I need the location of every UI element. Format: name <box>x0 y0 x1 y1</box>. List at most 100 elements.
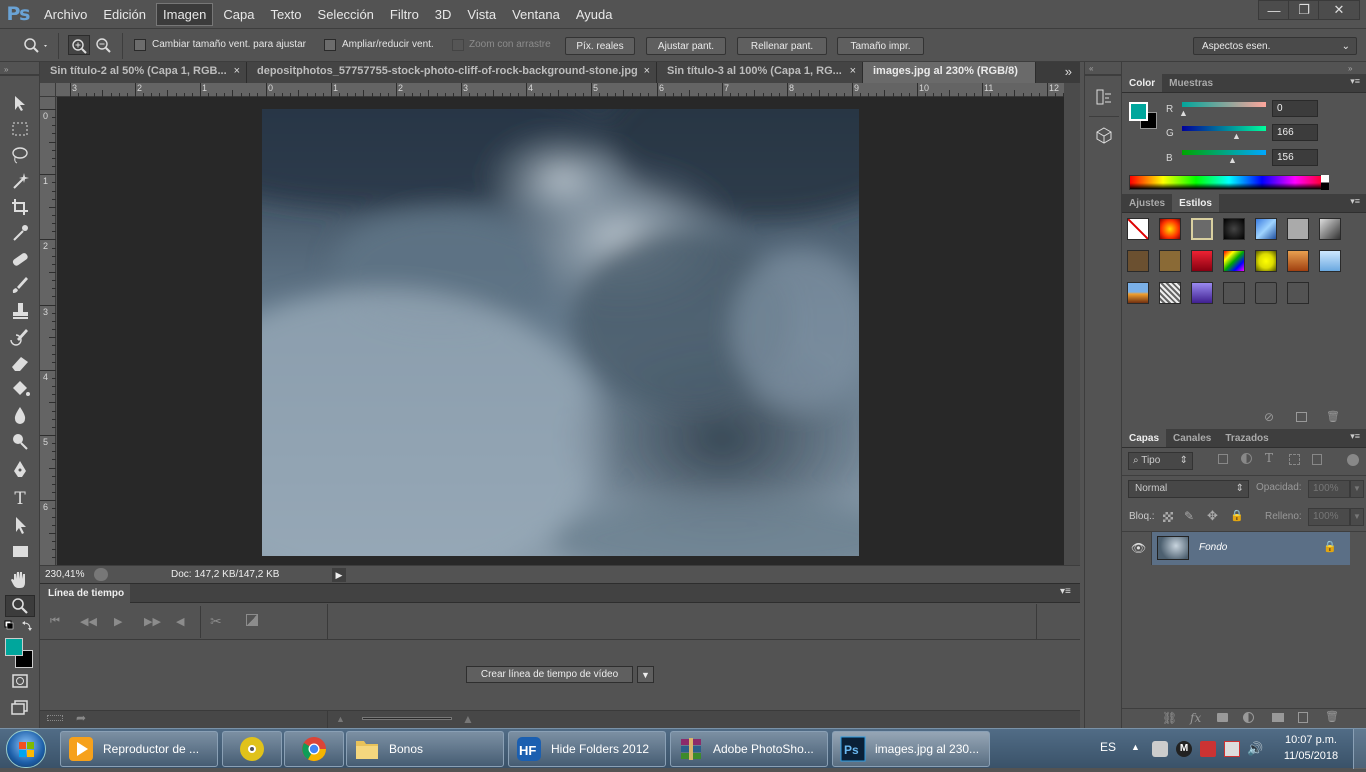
filter-pixel-icon[interactable] <box>1218 454 1228 464</box>
show-hidden-icons-icon[interactable]: ▲ <box>1131 742 1140 752</box>
tab-close-icon[interactable]: × <box>644 65 650 77</box>
scissors-icon[interactable]: ✂ <box>210 613 222 630</box>
taskbar-media-player[interactable]: Reproductor de ... <box>60 731 218 767</box>
panel-menu-icon[interactable]: ▾≡ <box>1350 431 1360 442</box>
tab-depositphotos[interactable]: depositphotos_57757755-stock-photo-cliff… <box>247 62 657 83</box>
tab-close-icon[interactable]: × <box>234 65 240 77</box>
new-style-icon[interactable] <box>1296 412 1307 422</box>
eyedropper-tool-icon[interactable] <box>6 222 34 244</box>
delete-style-icon[interactable]: 🗑 <box>1326 410 1340 423</box>
zoom-out-icon[interactable] <box>93 35 115 55</box>
history-panel-icon[interactable] <box>1095 88 1113 106</box>
zoom-tool-icon[interactable] <box>6 595 34 617</box>
tab-styles[interactable]: Estilos <box>1172 194 1219 212</box>
style-purple[interactable] <box>1191 282 1213 304</box>
tab-channels[interactable]: Canales <box>1166 429 1218 447</box>
workspace-select[interactable]: Aspectos esen. ⌄ <box>1193 37 1357 55</box>
vertical-scrollbar[interactable] <box>1064 83 1080 565</box>
tab-paths[interactable]: Trazados <box>1218 429 1275 447</box>
restore-button[interactable]: ❐ <box>1288 0 1320 20</box>
link-layers-icon[interactable]: ⛓ <box>1162 711 1177 725</box>
menu-edicion[interactable]: Edición <box>97 4 152 25</box>
b-slider-thumb-icon[interactable]: ▲ <box>1228 155 1237 165</box>
style-blue-glass[interactable] <box>1255 218 1277 240</box>
tab-swatches[interactable]: Muestras <box>1162 74 1220 92</box>
show-desktop-button[interactable] <box>1353 729 1366 769</box>
style-gray[interactable] <box>1287 218 1309 240</box>
style-light-blue[interactable] <box>1319 250 1341 272</box>
filter-adjustment-icon[interactable] <box>1241 453 1252 464</box>
collapse-icon[interactable]: » <box>4 65 8 74</box>
default-colors-icon[interactable] <box>4 620 36 634</box>
opacity-dropdown-icon[interactable]: ▼ <box>1350 480 1364 498</box>
menu-ayuda[interactable]: Ayuda <box>570 4 619 25</box>
foreground-color-swatch[interactable] <box>5 638 23 656</box>
pen-tool-icon[interactable] <box>6 458 34 480</box>
eraser-tool-icon[interactable] <box>6 352 34 374</box>
r-slider[interactable] <box>1182 102 1266 107</box>
dodge-tool-icon[interactable] <box>6 430 34 452</box>
zoom-in-mountain-icon[interactable]: ▲ <box>462 712 474 726</box>
style-sunset[interactable] <box>1127 282 1149 304</box>
tray-camera-icon[interactable] <box>1152 741 1168 757</box>
fill-screen-button[interactable]: Rellenar pant. <box>737 37 827 55</box>
blend-mode-select[interactable]: Normal ⇕ <box>1128 480 1249 498</box>
style-metal[interactable] <box>1319 218 1341 240</box>
add-mask-icon[interactable] <box>1217 713 1228 722</box>
magic-wand-tool-icon[interactable] <box>6 170 34 192</box>
r-value-input[interactable]: 0 <box>1272 100 1318 117</box>
style-none[interactable] <box>1127 218 1149 240</box>
scrubby-zoom-checkbox[interactable] <box>452 39 464 51</box>
3d-panel-icon[interactable] <box>1095 126 1113 144</box>
style-orange[interactable] <box>1287 250 1309 272</box>
close-button[interactable]: ✕ <box>1318 0 1360 20</box>
filter-shape-icon[interactable] <box>1289 454 1300 465</box>
blur-tool-icon[interactable] <box>6 404 34 426</box>
delete-layer-icon[interactable]: 🗑 <box>1325 710 1339 723</box>
tray-network-icon[interactable] <box>1200 741 1216 757</box>
clone-stamp-tool-icon[interactable] <box>6 300 34 322</box>
marquee-tool-icon[interactable] <box>6 118 34 140</box>
layer-name[interactable]: Fondo <box>1199 542 1227 553</box>
audio-icon[interactable]: ◀ <box>176 615 184 628</box>
healing-brush-tool-icon[interactable] <box>6 248 34 270</box>
lock-all-icon[interactable]: 🔒 <box>1230 509 1244 522</box>
eye-icon[interactable]: 👁 <box>1131 541 1146 555</box>
style-red[interactable] <box>1191 250 1213 272</box>
timeline-zoom-slider[interactable] <box>362 717 452 720</box>
panel-menu-icon[interactable]: ▾≡ <box>1350 196 1360 207</box>
expand-dock-icon[interactable]: « <box>1089 64 1093 73</box>
create-video-timeline-button[interactable]: Crear línea de tiempo de vídeo <box>466 666 633 683</box>
menu-ventana[interactable]: Ventana <box>506 4 566 25</box>
language-indicator[interactable]: ES <box>1100 740 1116 754</box>
tabs-overflow-icon[interactable]: » <box>1065 64 1072 79</box>
tray-flag-icon[interactable] <box>1224 741 1240 757</box>
style-wood[interactable] <box>1127 250 1149 272</box>
lock-position-icon[interactable]: ✥ <box>1207 508 1218 524</box>
filter-toggle-icon[interactable] <box>1347 454 1359 466</box>
menu-texto[interactable]: Texto <box>264 4 307 25</box>
menu-archivo[interactable]: Archivo <box>38 4 93 25</box>
filter-smart-object-icon[interactable] <box>1312 454 1322 465</box>
zoom-level[interactable]: 230,41% <box>45 569 84 580</box>
style-pattern[interactable] <box>1159 282 1181 304</box>
menu-imagen[interactable]: Imagen <box>156 2 214 26</box>
color-panel-foreground-swatch[interactable] <box>1129 102 1148 121</box>
print-size-button[interactable]: Tamaño impr. <box>837 37 924 55</box>
paint-bucket-tool-icon[interactable] <box>6 378 34 400</box>
adjustment-layer-icon[interactable] <box>1243 712 1254 723</box>
spectrum-bw-swatch[interactable] <box>1321 175 1329 190</box>
brush-tool-icon[interactable] <box>6 274 34 296</box>
move-tool-icon[interactable] <box>6 92 34 114</box>
quick-mask-icon[interactable] <box>6 670 34 692</box>
toolbar-grip[interactable] <box>0 74 40 76</box>
screen-mode-icon[interactable] <box>6 696 34 718</box>
rectangle-tool-icon[interactable] <box>6 540 34 562</box>
tab-adjustments[interactable]: Ajustes <box>1122 194 1172 212</box>
frame-animation-icon[interactable] <box>47 715 63 721</box>
b-slider[interactable] <box>1182 150 1266 155</box>
tab-images-jpg[interactable]: images.jpg al 230% (RGB/8) <box>863 62 1036 83</box>
next-frame-icon[interactable]: ▶▶ <box>144 615 161 628</box>
style-yellow[interactable] <box>1255 250 1277 272</box>
style-empty-3[interactable] <box>1287 282 1309 304</box>
